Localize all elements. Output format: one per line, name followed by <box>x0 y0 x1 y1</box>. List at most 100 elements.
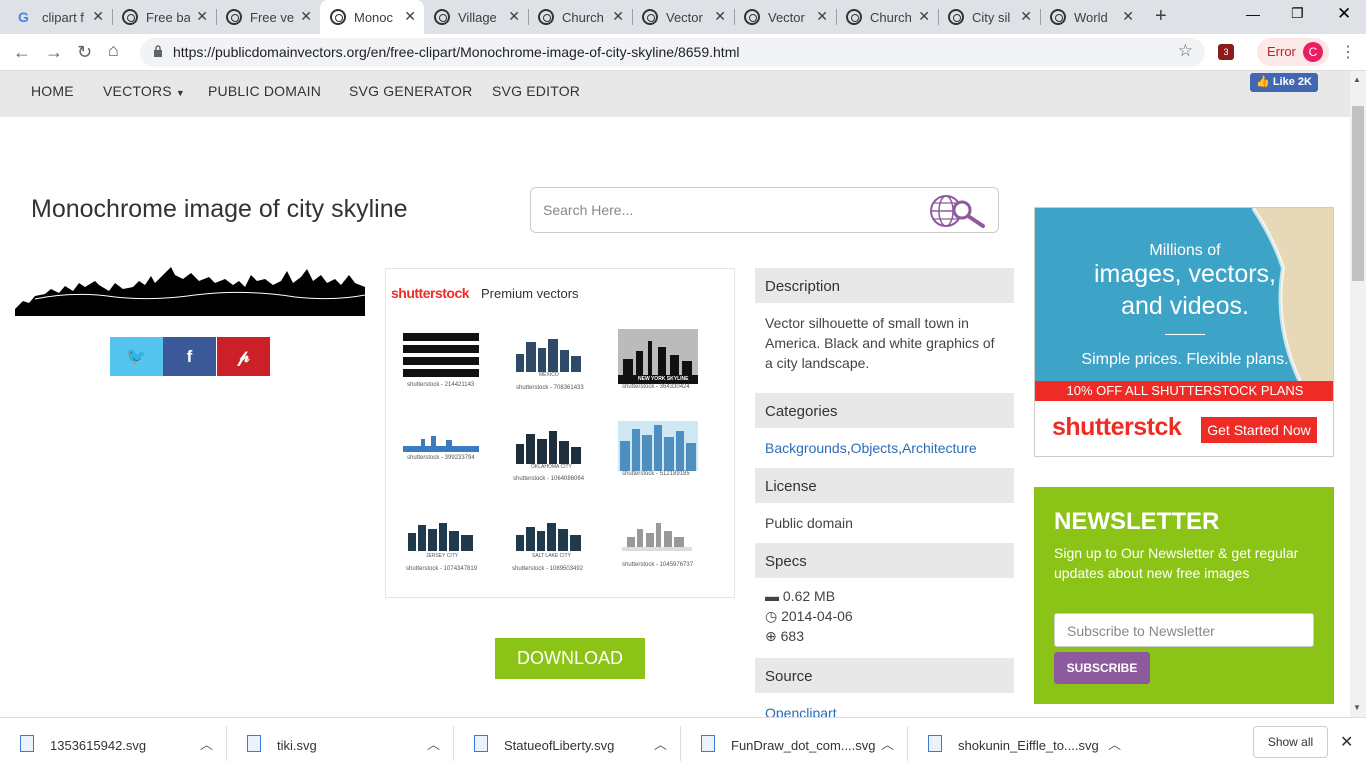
new-tab-button[interactable]: + <box>1155 5 1167 28</box>
bookmark-star-icon[interactable]: ☆ <box>1178 41 1193 61</box>
facebook-like-button[interactable]: 👍 Like 2K <box>1250 73 1318 92</box>
tab-label: Vector <box>666 9 703 25</box>
scrollbar-thumb[interactable] <box>1352 106 1364 281</box>
category-link-backgrounds[interactable]: Backgrounds <box>765 440 847 456</box>
premium-thumb[interactable]: shutterstock - 1045976737 <box>622 519 693 568</box>
close-tab-icon[interactable]: ✕ <box>612 8 624 25</box>
tab-label: Free ve <box>250 9 294 25</box>
pdv-icon <box>1050 9 1066 25</box>
tab-0[interactable]: G clipart f ✕ <box>8 0 112 34</box>
close-tab-icon[interactable]: ✕ <box>1020 8 1032 25</box>
page-scrollbar[interactable]: ▲ ▼ <box>1350 71 1366 717</box>
twitter-share-button[interactable]: 🐦 <box>110 337 163 376</box>
skyline-thumb <box>516 339 581 372</box>
search-globe-icon[interactable] <box>928 193 988 229</box>
download-filename: StatueofLiberty.svg <box>504 738 615 753</box>
chevron-up-icon[interactable]: ︿ <box>1108 734 1121 753</box>
tab-2[interactable]: Free ve ✕ <box>216 0 320 34</box>
reload-icon[interactable]: ↻ <box>77 42 92 63</box>
premium-thumb[interactable]: OKLAHOMA CITY shutterstock - 1064086064 <box>511 429 586 482</box>
tab-4[interactable]: Village ✕ <box>424 0 528 34</box>
close-tab-icon[interactable]: ✕ <box>196 8 208 25</box>
nav-home[interactable]: HOME <box>31 83 74 99</box>
download-item[interactable]: shokunin_Eiffle_to....svg ︿ <box>908 718 1135 769</box>
minimize-icon[interactable]: — <box>1246 6 1260 22</box>
ad-line2: images, vectors, <box>1093 260 1276 288</box>
premium-thumb[interactable]: MEXICO shutterstock - 708361433 <box>511 334 586 391</box>
close-tab-icon[interactable]: ✕ <box>918 8 930 25</box>
premium-thumb[interactable]: shutterstock - 399233794 <box>401 434 481 464</box>
facebook-share-button[interactable]: f <box>163 337 216 376</box>
categories-heading: Categories <box>755 393 1014 428</box>
download-item[interactable]: tiki.svg ︿ <box>227 718 454 769</box>
ad-line1: Millions of <box>1149 242 1221 259</box>
close-tab-icon[interactable]: ✕ <box>714 8 726 25</box>
back-icon[interactable]: ← <box>13 42 31 63</box>
download-item[interactable]: StatueofLiberty.svg ︿ <box>454 718 681 769</box>
close-downloads-icon[interactable]: ✕ <box>1340 732 1353 752</box>
premium-thumb[interactable]: shutterstock - 512189185 <box>618 421 698 477</box>
premium-thumb[interactable]: JERSEY CITY shutterstock - 1074347819 <box>406 521 477 572</box>
address-bar[interactable]: https://publicdomainvectors.org/en/free-… <box>140 38 1205 67</box>
download-count: 683 <box>780 628 804 644</box>
close-tab-icon[interactable]: ✕ <box>816 8 828 25</box>
subscribe-button[interactable]: SUBSCRIBE <box>1054 652 1150 684</box>
chevron-up-icon[interactable]: ︿ <box>654 734 667 753</box>
show-all-button[interactable]: Show all <box>1253 726 1328 758</box>
shutterstock-ad[interactable]: Millions of images, vectors, and videos.… <box>1034 207 1334 457</box>
shutterstock-logo: shutterstock <box>391 285 470 301</box>
skyline-thumb <box>622 523 692 551</box>
categories-list: Backgrounds,Objects,Architecture <box>765 440 977 456</box>
tab-3-active[interactable]: Monoc ✕ <box>320 0 424 34</box>
tab-strip: G clipart f ✕ Free ba ✕ Free ve ✕ Monoc … <box>0 0 1366 34</box>
newsletter-box: NEWSLETTER Sign up to Our Newsletter & g… <box>1034 487 1334 704</box>
tab-6[interactable]: Vector ✕ <box>632 0 734 34</box>
tab-10[interactable]: World ✕ <box>1040 0 1142 34</box>
download-item[interactable]: FunDraw_dot_com....svg ︿ <box>681 718 908 769</box>
scroll-up-icon[interactable]: ▲ <box>1353 75 1361 84</box>
category-link-architecture[interactable]: Architecture <box>902 440 977 456</box>
premium-thumb[interactable]: shutterstock - 214421143 <box>401 329 481 389</box>
close-tab-icon[interactable]: ✕ <box>1122 8 1134 25</box>
kebab-menu-icon[interactable]: ⋮ <box>1340 42 1356 62</box>
nav-svg-editor[interactable]: SVG EDITOR <box>492 83 580 99</box>
scroll-down-icon[interactable]: ▼ <box>1353 703 1361 712</box>
chevron-up-icon[interactable]: ︿ <box>881 734 894 753</box>
maximize-icon[interactable]: ❐ <box>1291 5 1304 22</box>
tab-7[interactable]: Vector ✕ <box>734 0 836 34</box>
close-tab-icon[interactable]: ✕ <box>508 8 520 25</box>
search-input[interactable]: Search Here... <box>543 202 633 218</box>
chevron-up-icon[interactable]: ︿ <box>427 734 440 753</box>
category-link-objects[interactable]: Objects <box>851 440 898 456</box>
home-icon[interactable]: ⌂ <box>108 40 119 61</box>
tab-5[interactable]: Church ✕ <box>528 0 632 34</box>
skyline-thumb <box>516 523 581 551</box>
close-tab-icon[interactable]: ✕ <box>300 8 312 25</box>
profile-error-button[interactable]: Error C <box>1257 38 1329 66</box>
ad-cta-button[interactable]: Get Started Now <box>1201 417 1317 443</box>
search-box[interactable]: Search Here... <box>530 187 999 233</box>
nav-public-domain[interactable]: PUBLIC DOMAIN <box>208 83 321 99</box>
svg-file-icon <box>701 735 715 752</box>
ad-divider <box>1165 334 1205 335</box>
forward-icon[interactable]: → <box>45 42 63 63</box>
skyline-preview-image[interactable] <box>15 261 365 316</box>
thumb-label: SALT LAKE CITY <box>532 553 571 559</box>
download-button[interactable]: DOWNLOAD <box>495 638 645 679</box>
premium-thumb[interactable]: NEW YORK SKYLINE shutterstock - 36433042… <box>618 329 698 390</box>
tab-8[interactable]: Church ✕ <box>836 0 938 34</box>
pinterest-share-button[interactable]: 𝓅 <box>217 337 270 376</box>
download-item[interactable]: 1353615942.svg ︿ <box>0 718 227 769</box>
nav-svg-generator[interactable]: SVG GENERATOR <box>349 83 472 99</box>
source-link[interactable]: Openclipart <box>765 705 837 717</box>
chevron-up-icon[interactable]: ︿ <box>200 734 213 753</box>
newsletter-email-input[interactable]: Subscribe to Newsletter <box>1054 613 1314 647</box>
premium-thumb[interactable]: SALT LAKE CITY shutterstock - 1089503492 <box>512 521 584 572</box>
tab-1[interactable]: Free ba ✕ <box>112 0 216 34</box>
extension-icon[interactable]: 3 <box>1218 44 1234 60</box>
tab-9[interactable]: City sil ✕ <box>938 0 1040 34</box>
close-tab-icon[interactable]: ✕ <box>404 8 416 25</box>
close-window-icon[interactable]: ✕ <box>1337 4 1351 24</box>
close-tab-icon[interactable]: ✕ <box>92 8 104 25</box>
nav-vectors[interactable]: VECTORS ▼ <box>103 83 185 99</box>
